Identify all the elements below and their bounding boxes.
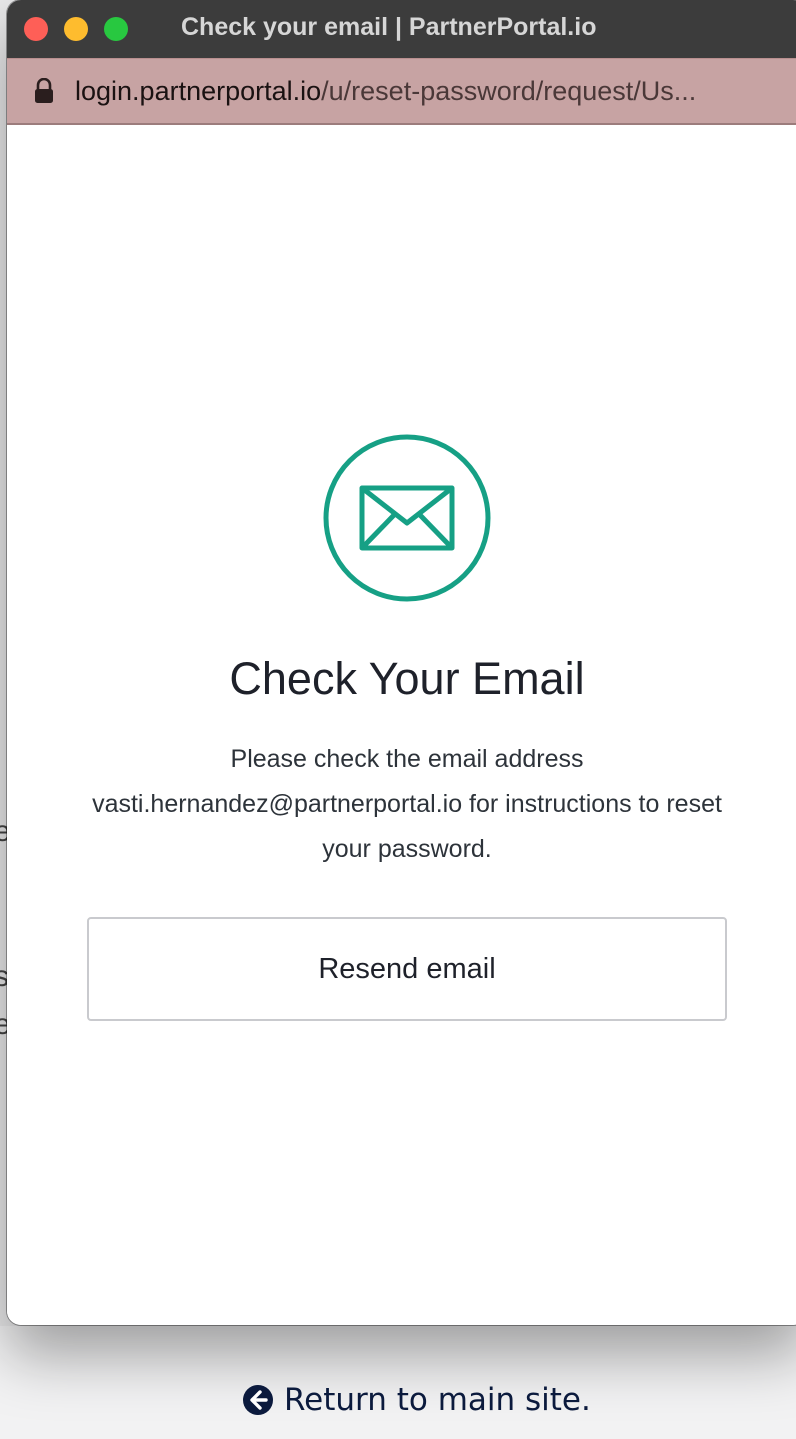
lock-icon bbox=[35, 78, 53, 103]
return-to-main-site-link[interactable]: Return to main site. bbox=[242, 1382, 591, 1418]
zoom-window-button[interactable] bbox=[104, 17, 128, 41]
address-bar[interactable]: login.partnerportal.io/u/reset-password/… bbox=[7, 58, 796, 125]
url-path: /u/reset-password/request/Us... bbox=[321, 75, 697, 106]
envelope-icon bbox=[323, 434, 491, 602]
instructions-text: Please check the email address vasti.her… bbox=[92, 745, 722, 863]
return-link-label: Return to main site. bbox=[284, 1382, 591, 1418]
arrow-left-circle-icon bbox=[243, 1385, 273, 1415]
page-content: Check Your Email Please check the email … bbox=[7, 125, 796, 1325]
url-text[interactable]: login.partnerportal.io/u/reset-password/… bbox=[75, 76, 696, 107]
browser-popup-window: Check your email | PartnerPortal.io logi… bbox=[7, 0, 796, 1325]
window-title: Check your email | PartnerPortal.io bbox=[181, 13, 597, 41]
url-host: login.partnerportal.io bbox=[75, 75, 322, 106]
page-title: Check Your Email bbox=[229, 653, 585, 704]
window-titlebar[interactable]: Check your email | PartnerPortal.io bbox=[7, 0, 796, 58]
resend-email-button[interactable]: Resend email bbox=[87, 917, 727, 1021]
close-window-button[interactable] bbox=[24, 17, 48, 41]
minimize-window-button[interactable] bbox=[64, 17, 88, 41]
